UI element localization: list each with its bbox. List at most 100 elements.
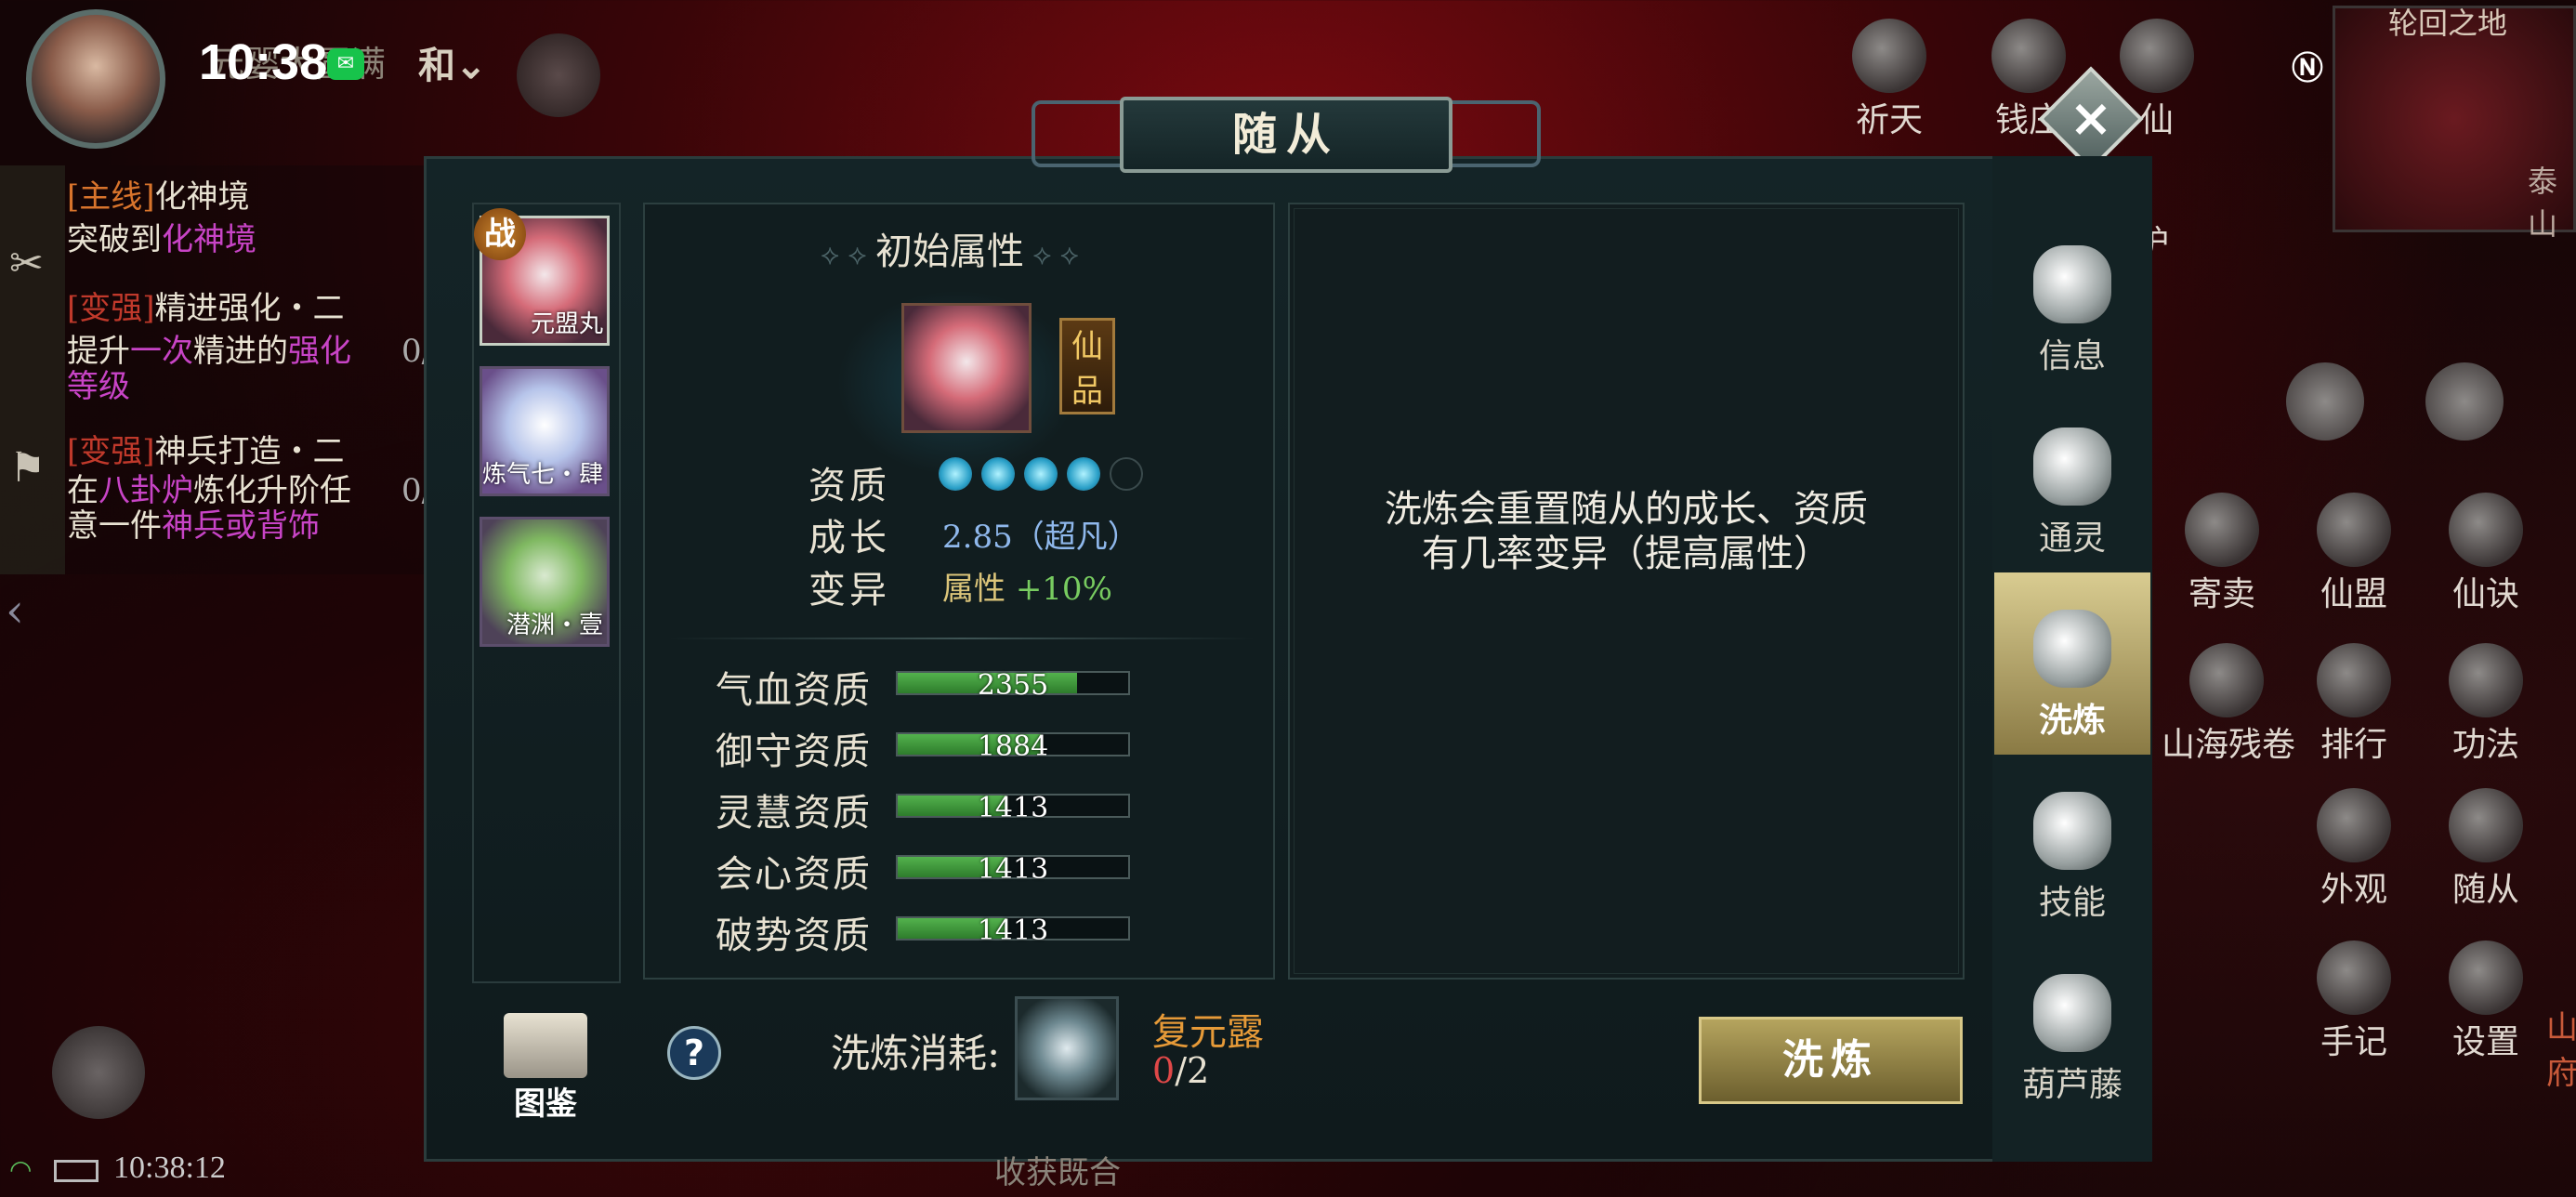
wechat-icon: ✉ bbox=[327, 48, 364, 80]
stat-bar: 1413 bbox=[896, 914, 1130, 947]
hud-label: 设置 bbox=[2451, 1023, 2519, 1061]
quality-dot-empty-icon bbox=[1110, 457, 1143, 491]
quest-2-d1: 提升 bbox=[67, 333, 130, 370]
ornament-left-icon: ⟡ ⟡ bbox=[821, 239, 875, 271]
xianmeng-icon bbox=[2317, 493, 2391, 567]
xilian-icon bbox=[2033, 610, 2111, 688]
quest-side-tabs: ✂ ⚑ bbox=[0, 165, 65, 574]
collapse-arrow-icon[interactable]: ‹ bbox=[6, 584, 59, 649]
description-line-1: 洗炼会重置随从的成长、资质 bbox=[1385, 488, 1868, 531]
hud-label: 寄卖 bbox=[2188, 575, 2255, 613]
xian-label: 仙 bbox=[2139, 101, 2174, 139]
xianjue-icon bbox=[2449, 493, 2523, 567]
cost-item-slot[interactable] bbox=[1015, 996, 1119, 1100]
mutation-value: 属性 +10% bbox=[942, 563, 1112, 609]
hud-suicong[interactable]: 随从 bbox=[2425, 788, 2546, 911]
follower-slot-2[interactable]: 炼气七・肆 bbox=[480, 366, 610, 496]
quest-3-name: 神兵打造・二 bbox=[154, 433, 345, 470]
minimap-location: 泰山 bbox=[2528, 164, 2558, 242]
gongfa-icon bbox=[2449, 643, 2523, 717]
tab-hulu[interactable]: 葫芦藤 bbox=[1994, 937, 2150, 1119]
quest-1-name: 化神境 bbox=[154, 178, 250, 216]
jimai-icon bbox=[2185, 493, 2259, 567]
codex-button[interactable]: 图鉴 bbox=[494, 1013, 597, 1124]
tab-skills-label: 技能 bbox=[2038, 884, 2106, 922]
mount-icon[interactable] bbox=[52, 1026, 145, 1119]
quality-rating bbox=[939, 457, 1152, 491]
guild-emblem-icon[interactable] bbox=[517, 33, 600, 117]
hud-jimai[interactable]: 寄卖 bbox=[2162, 493, 2282, 615]
hud-xianjue[interactable]: 仙诀 bbox=[2425, 493, 2546, 615]
hud-label: 随从 bbox=[2451, 871, 2519, 909]
follower-2-name: 炼气七・肆 bbox=[482, 461, 604, 489]
tab-tongling[interactable]: 通灵 bbox=[1994, 390, 2150, 572]
cost-item-name: 复元露 bbox=[1152, 1011, 1264, 1054]
description-text: 洗炼会重置随从的成长、资质 有几率变异（提高属性） bbox=[1297, 487, 1955, 576]
battle-badge: 战 bbox=[474, 208, 526, 260]
quest-1-desc: 突破到化神境 bbox=[67, 219, 256, 260]
hud-label: 仙诀 bbox=[2451, 575, 2519, 613]
quest-1-title[interactable]: [主线]化神境 bbox=[67, 177, 250, 217]
stat-value: 1413 bbox=[977, 792, 1049, 824]
quest-2-desc-2: 等级 bbox=[67, 366, 130, 407]
help-button[interactable]: ? bbox=[667, 1026, 721, 1080]
bag-icon[interactable] bbox=[2286, 362, 2364, 441]
gourd-icon bbox=[2033, 974, 2111, 1052]
stat-bar: 1413 bbox=[896, 853, 1130, 886]
quest-2-d3: 精进的 bbox=[193, 333, 288, 370]
he-label: 和 bbox=[418, 44, 455, 87]
sword-icon[interactable]: ✂ bbox=[9, 240, 44, 287]
stat-value: 1884 bbox=[977, 730, 1049, 763]
hud-label: 外观 bbox=[2320, 871, 2387, 909]
wash-button[interactable]: 洗炼 bbox=[1699, 1017, 1963, 1104]
chevron-down-icon: ⌄ bbox=[455, 44, 487, 87]
quest-1-desc-text: 突破到 bbox=[67, 221, 162, 258]
shouji-icon bbox=[2317, 940, 2391, 1015]
follower-slot-3[interactable]: 潜渊・壹 bbox=[480, 517, 610, 647]
quest-1-tag: [主线] bbox=[67, 178, 155, 216]
flag-icon[interactable]: ⚑ bbox=[9, 444, 46, 492]
hud-paihang[interactable]: 排行 bbox=[2293, 643, 2414, 766]
quest-2-d2: 一次 bbox=[130, 333, 193, 370]
stat-label: 御守资质 bbox=[716, 730, 872, 773]
spiral-icon[interactable] bbox=[2425, 362, 2504, 441]
hud-waiguan[interactable]: 外观 bbox=[2293, 788, 2414, 911]
player-avatar[interactable] bbox=[26, 9, 165, 149]
quest-1-desc-hl: 化神境 bbox=[162, 221, 256, 258]
ornament-right-icon: ⟡ ⟡ bbox=[1024, 239, 1079, 271]
he-toggle[interactable]: 和⌄ bbox=[418, 35, 487, 89]
tab-xilian-label: 洗炼 bbox=[2038, 701, 2106, 740]
quest-3-d2: 八卦炉 bbox=[99, 472, 193, 509]
stat-label: 灵慧资质 bbox=[716, 792, 872, 835]
tab-info[interactable]: 信息 bbox=[1994, 208, 2150, 390]
stat-bar: 2355 bbox=[896, 669, 1130, 702]
tab-xilian[interactable]: 洗炼 bbox=[1994, 572, 2150, 755]
book-icon bbox=[504, 1013, 587, 1078]
stat-value: 2355 bbox=[977, 669, 1049, 702]
aptitude-label: 资质 bbox=[808, 465, 890, 507]
battery-small-icon bbox=[54, 1160, 99, 1182]
quest-3-desc-2: 意一件神兵或背饰 bbox=[67, 506, 320, 546]
quality-dot-icon bbox=[981, 457, 1015, 491]
quality-dot-icon bbox=[1067, 457, 1100, 491]
hud-shezhi[interactable]: 设置 bbox=[2425, 940, 2546, 1063]
tab-skills[interactable]: 技能 bbox=[1994, 755, 2150, 937]
hud-shouji[interactable]: 手记 bbox=[2293, 940, 2414, 1063]
hud-xianmeng[interactable]: 仙盟 bbox=[2293, 493, 2414, 615]
tab-info-label: 信息 bbox=[2038, 337, 2106, 375]
follower-3-name: 潜渊・壹 bbox=[506, 612, 603, 639]
shanhai-icon bbox=[2189, 643, 2264, 717]
hud-shanhai[interactable]: 山海残卷 bbox=[2162, 643, 2295, 766]
divider bbox=[669, 638, 1255, 639]
stat-label: 会心资质 bbox=[716, 853, 872, 896]
qitian-button[interactable]: 祈天 bbox=[1829, 19, 1950, 141]
suicong-icon bbox=[2449, 788, 2523, 862]
hud-gongfa[interactable]: 功法 bbox=[2425, 643, 2546, 766]
description-line-2: 有几率变异（提高属性） bbox=[1422, 533, 1831, 575]
quest-3-title[interactable]: [变强]神兵打造・二 bbox=[67, 431, 345, 472]
quest-2-title[interactable]: [变强]精进强化・二 bbox=[67, 288, 345, 329]
quest-3-d4: 意一件 bbox=[67, 507, 162, 545]
item-have: 0 bbox=[1152, 1050, 1176, 1091]
quest-2-tag: [变强] bbox=[67, 290, 155, 327]
close-icon: × bbox=[2069, 88, 2113, 149]
